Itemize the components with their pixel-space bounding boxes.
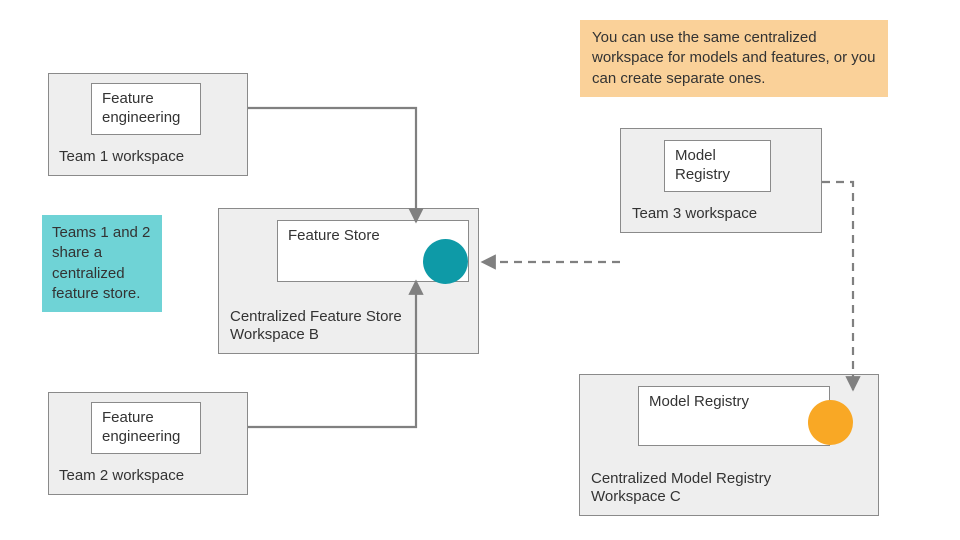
team1-feature-engineering-box: Feature engineering <box>91 83 201 135</box>
feature-store-node-icon <box>423 239 468 284</box>
arrow-team3-to-model-registry <box>822 182 853 390</box>
model-registry-box: Model Registry <box>638 386 830 446</box>
model-registry-workspace-label: Centralized Model Registry Workspace C <box>591 470 829 508</box>
callout-teal-text: Teams 1 and 2 share a centralized featur… <box>52 224 150 302</box>
model-registry-node-icon <box>808 400 853 445</box>
team3-inner-label: Model Registry <box>675 147 730 183</box>
model-registry-workspace: Model Registry Centralized Model Registr… <box>579 374 879 516</box>
team3-workspace-label: Team 3 workspace <box>632 205 757 224</box>
team1-workspace: Feature engineering Team 1 workspace <box>48 73 248 176</box>
feature-store-workspace-label: Centralized Feature Store Workspace B <box>230 308 440 346</box>
feature-store-label: Feature Store <box>288 227 380 244</box>
team3-model-registry-box: Model Registry <box>664 140 771 192</box>
callout-text: You can use the same centralized workspa… <box>592 29 875 87</box>
team3-workspace: Model Registry Team 3 workspace <box>620 128 822 233</box>
model-registry-label: Model Registry <box>649 393 749 410</box>
team2-workspace-label: Team 2 workspace <box>59 467 184 486</box>
team2-workspace: Feature engineering Team 2 workspace <box>48 392 248 495</box>
team2-feature-engineering-box: Feature engineering <box>91 402 201 454</box>
team2-inner-label: Feature engineering <box>102 409 180 445</box>
arrow-team1-to-feature-store <box>248 108 416 222</box>
team1-inner-label: Feature engineering <box>102 90 180 126</box>
callout-centralized-workspace: You can use the same centralized workspa… <box>580 20 888 97</box>
team1-workspace-label: Team 1 workspace <box>59 148 184 167</box>
callout-shared-feature-store: Teams 1 and 2 share a centralized featur… <box>42 215 162 312</box>
